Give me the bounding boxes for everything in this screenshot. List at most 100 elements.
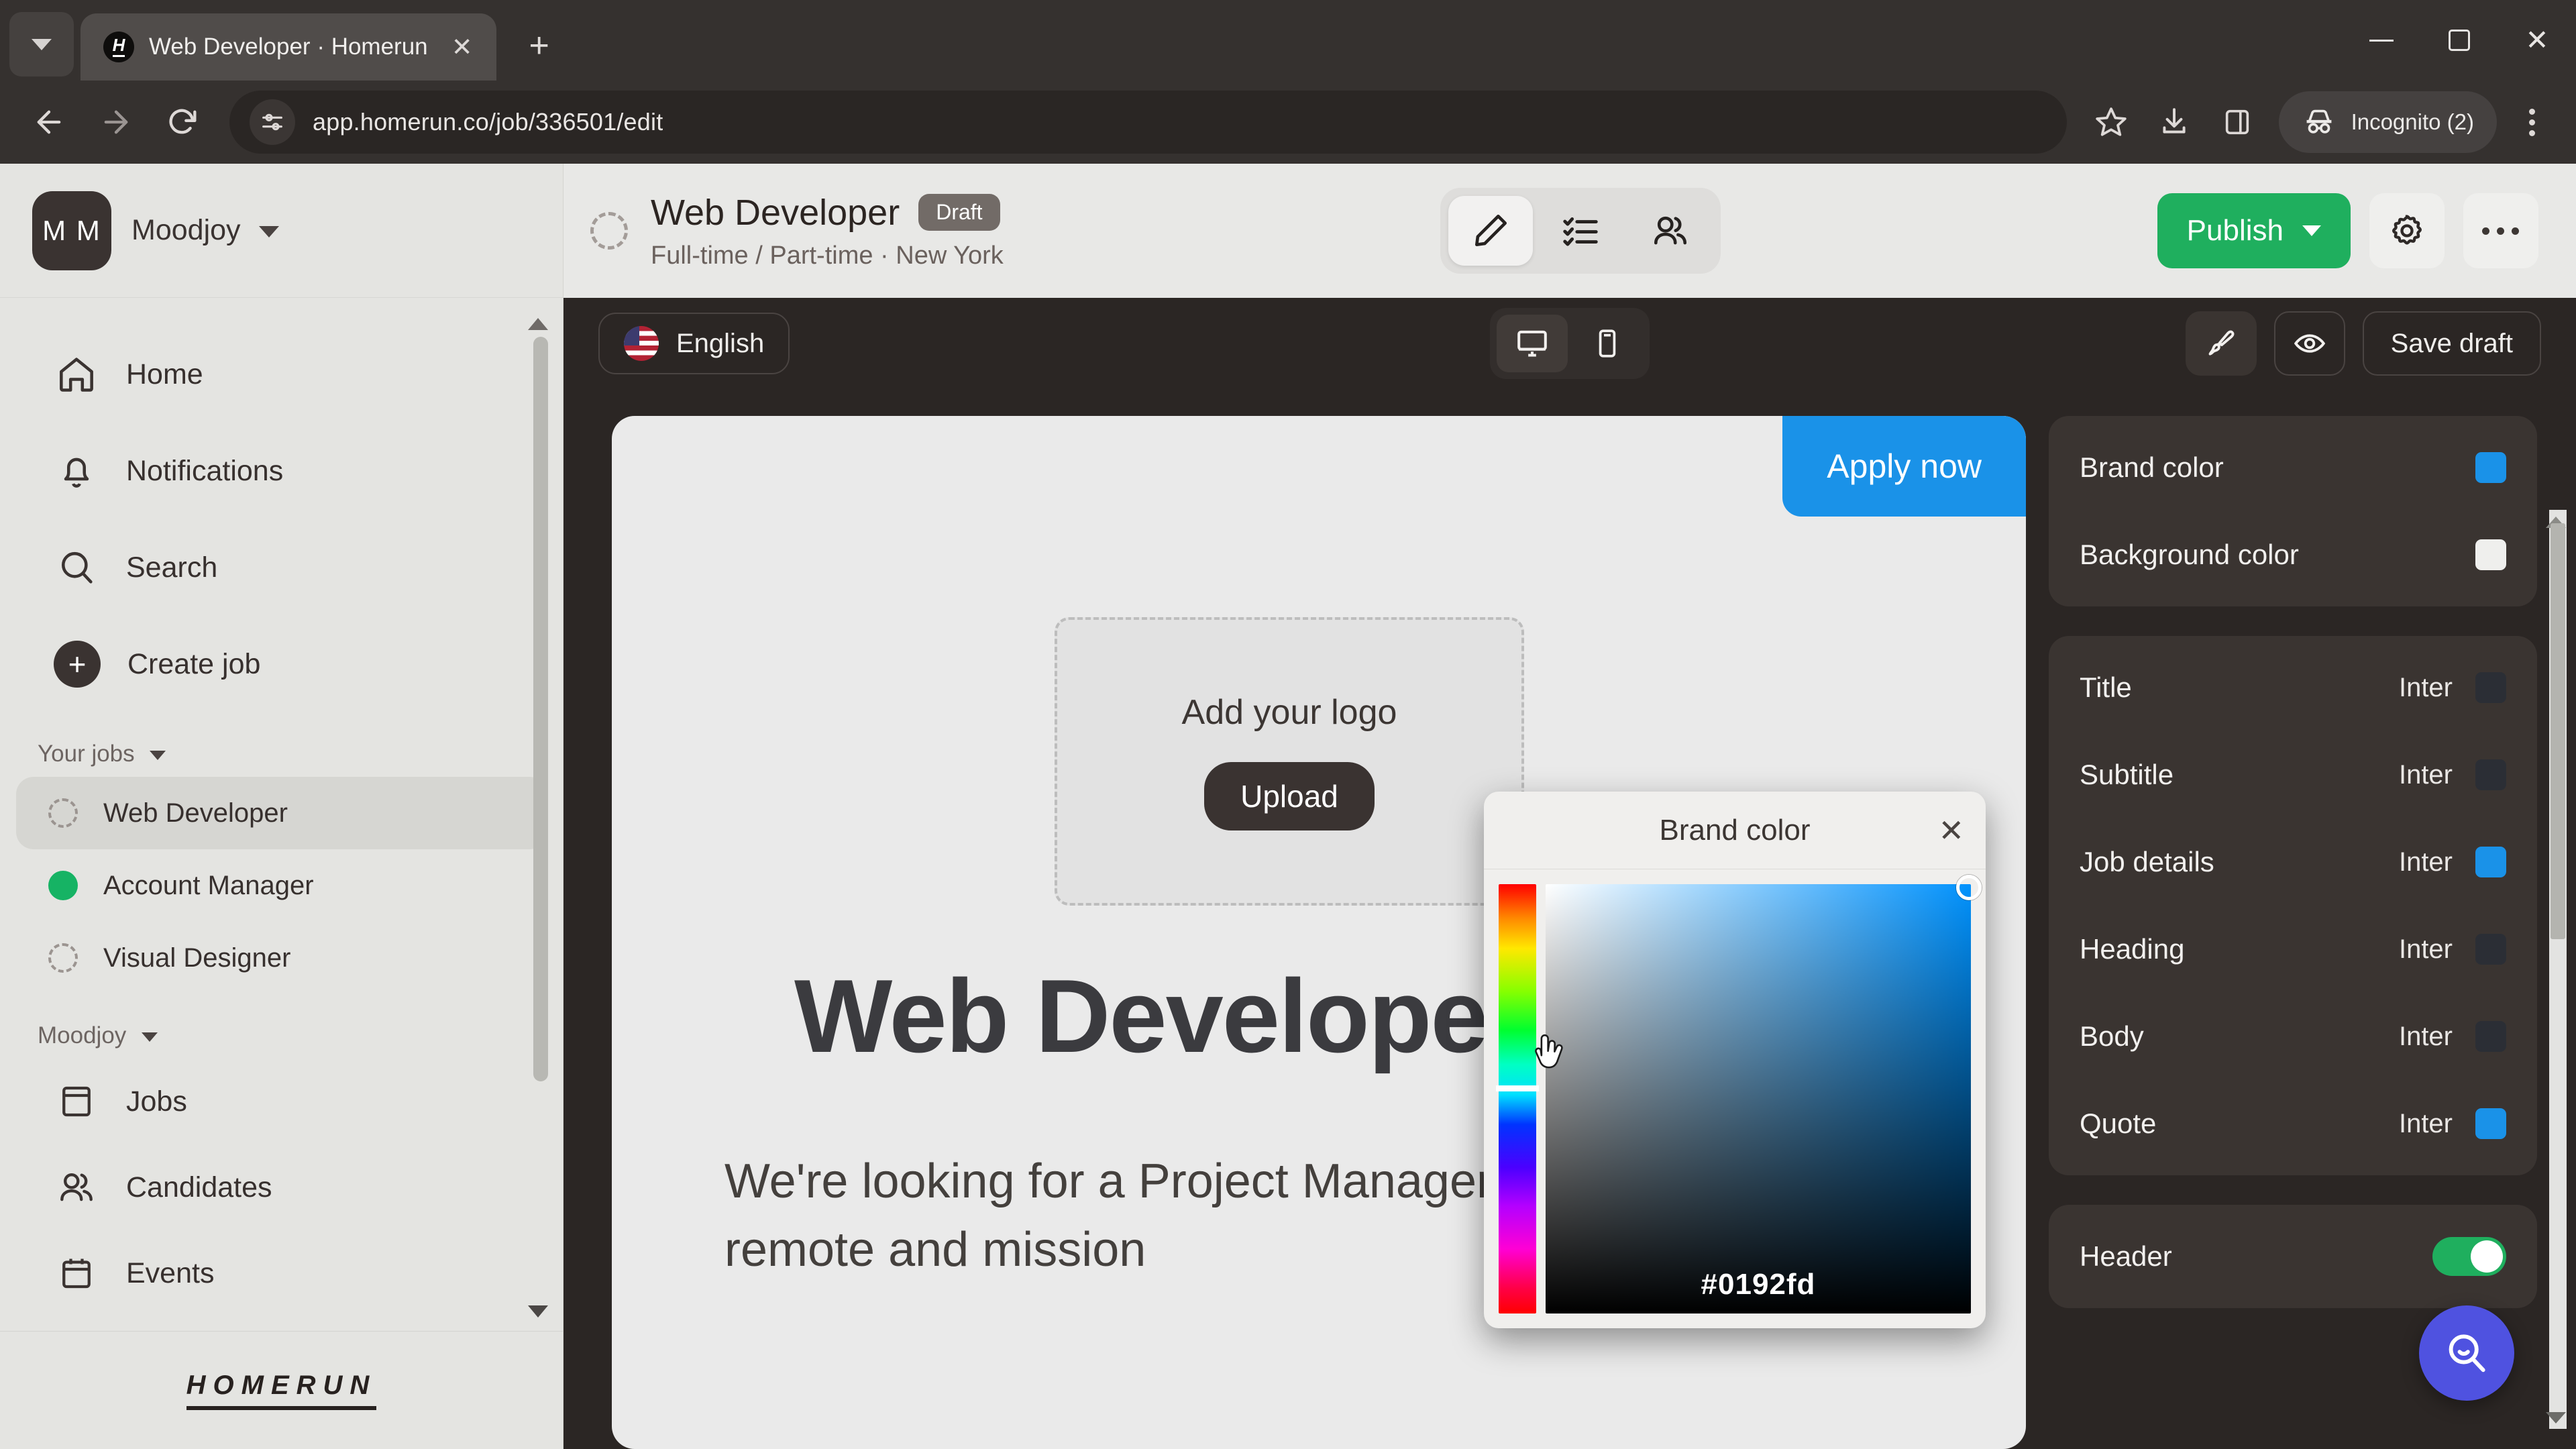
job-tabs: [1440, 188, 1721, 274]
quote-color-swatch[interactable]: [2475, 1108, 2506, 1139]
window-controls: ✕: [2343, 0, 2576, 80]
picker-header: Brand color ✕: [1484, 792, 1986, 869]
downloads-button[interactable]: [2145, 93, 2204, 152]
sidebar-scroll-up-arrow[interactable]: [528, 318, 548, 330]
row-brand-color[interactable]: Brand color: [2049, 424, 2537, 511]
row-subtitle[interactable]: Subtitle Inter: [2049, 731, 2537, 818]
subtitle-color-swatch[interactable]: [2475, 759, 2506, 790]
people-icon: [1654, 216, 1686, 245]
tab-candidates[interactable]: [1628, 196, 1713, 266]
tab-title: Web Developer · Homerun: [149, 34, 428, 60]
back-button[interactable]: [17, 91, 80, 154]
bookmark-button[interactable]: [2082, 93, 2141, 152]
sidebar-scroll-down-arrow[interactable]: [528, 1305, 548, 1318]
apply-now-button[interactable]: Apply now: [1782, 416, 2026, 517]
sidebar-job-label: Account Manager: [103, 870, 314, 900]
window-close-button[interactable]: ✕: [2498, 0, 2576, 80]
search-fab-button[interactable]: [2419, 1305, 2514, 1401]
more-options-button[interactable]: [2463, 193, 2538, 268]
heading-color-swatch[interactable]: [2475, 934, 2506, 965]
hue-slider-knob[interactable]: [1496, 1085, 1539, 1091]
logo-dropzone[interactable]: Add your logo Upload: [1055, 617, 1524, 906]
picker-close-button[interactable]: ✕: [1938, 812, 1964, 849]
rail-scrollbar-thumb[interactable]: [2551, 523, 2565, 939]
tab-edit[interactable]: [1448, 196, 1533, 266]
desktop-icon: [1517, 330, 1547, 357]
row-heading[interactable]: Heading Inter: [2049, 906, 2537, 993]
org-avatar: M M: [32, 191, 111, 270]
sidebar-item-label: Create job: [127, 647, 261, 680]
preview-button[interactable]: [2273, 311, 2345, 376]
sidebar-job-account-manager[interactable]: Account Manager: [16, 849, 547, 922]
sv-selector-knob[interactable]: [1956, 875, 1982, 900]
profile-incognito-button[interactable]: Incognito (2): [2278, 91, 2497, 153]
device-mobile-button[interactable]: [1572, 315, 1643, 372]
sidebar-item-search[interactable]: Search: [19, 519, 544, 616]
sidebar-job-label: Visual Designer: [103, 943, 291, 973]
sidebar-item-label: Search: [126, 551, 218, 584]
row-job-details[interactable]: Job details Inter: [2049, 818, 2537, 906]
site-settings-button[interactable]: [250, 99, 295, 145]
row-title[interactable]: Title Inter: [2049, 644, 2537, 731]
draft-status-icon: [48, 943, 78, 973]
header-section-toggle[interactable]: [2432, 1237, 2506, 1276]
colors-card: Brand color Background color: [2049, 416, 2537, 606]
workspace-header[interactable]: Moodjoy: [0, 994, 563, 1059]
side-panel-button[interactable]: [2208, 93, 2267, 152]
brand-color-swatch[interactable]: [2475, 452, 2506, 483]
forward-button[interactable]: [85, 91, 148, 154]
window-maximize-button[interactable]: [2420, 0, 2498, 80]
settings-button[interactable]: [2369, 193, 2445, 268]
kebab-menu-icon: [2528, 108, 2535, 115]
sidebar-scrollbar-thumb[interactable]: [533, 337, 548, 1081]
title-color-swatch[interactable]: [2475, 672, 2506, 703]
tab-search-button[interactable]: [9, 12, 74, 76]
job-subtitle: Full-time / Part-time · New York: [651, 241, 1004, 270]
draft-status-icon: [48, 798, 78, 828]
browser-menu-button[interactable]: [2505, 91, 2559, 153]
sidebar-item-home[interactable]: Home: [19, 326, 544, 423]
checklist-icon: [1563, 217, 1598, 246]
background-color-swatch[interactable]: [2475, 539, 2506, 570]
window-minimize-button[interactable]: [2343, 0, 2420, 80]
sidebar-item-notifications[interactable]: Notifications: [19, 423, 544, 519]
save-draft-button[interactable]: Save draft: [2362, 311, 2541, 376]
publish-button[interactable]: Publish: [2157, 193, 2351, 268]
brand-color-picker-popup: Brand color ✕ #0192fd: [1484, 792, 1986, 1328]
rail-scroll-down-arrow[interactable]: [2546, 1412, 2566, 1424]
sidebar-item-events[interactable]: Events: [19, 1230, 544, 1316]
row-background-color[interactable]: Background color: [2049, 511, 2537, 598]
plus-circle-icon: +: [54, 641, 101, 688]
preview-heading[interactable]: Web Developer: [794, 957, 1527, 1076]
sidebar-job-visual-designer[interactable]: Visual Designer: [16, 922, 547, 994]
new-tab-button[interactable]: +: [511, 17, 568, 74]
job-details-color-swatch[interactable]: [2475, 847, 2506, 877]
sidebar-job-web-developer[interactable]: Web Developer: [16, 777, 547, 849]
hue-slider[interactable]: [1496, 884, 1539, 1313]
device-desktop-button[interactable]: [1497, 315, 1568, 372]
forward-arrow-icon: [104, 110, 128, 134]
org-switcher[interactable]: M M Moodjoy: [0, 164, 563, 298]
row-body[interactable]: Body Inter: [2049, 993, 2537, 1080]
sidebar-item-candidates[interactable]: Candidates: [19, 1144, 544, 1230]
reload-button[interactable]: [152, 91, 215, 154]
close-tab-button[interactable]: ✕: [443, 28, 482, 66]
upload-button[interactable]: Upload: [1204, 762, 1375, 830]
row-header-section[interactable]: Header: [2049, 1213, 2537, 1300]
design-button[interactable]: [2185, 311, 2257, 376]
body-color-swatch[interactable]: [2475, 1021, 2506, 1052]
browser-tab[interactable]: H Web Developer · Homerun ✕: [80, 13, 496, 80]
saturation-value-area[interactable]: #0192fd: [1546, 875, 1982, 1313]
picker-title: Brand color: [1659, 813, 1811, 847]
publish-label: Publish: [2186, 214, 2284, 247]
your-jobs-header[interactable]: Your jobs: [0, 712, 563, 777]
typography-card: Title Inter Subtitle Inter Job details I…: [2049, 636, 2537, 1175]
close-icon: ✕: [2525, 24, 2549, 56]
row-quote[interactable]: Quote Inter: [2049, 1080, 2537, 1167]
sidebar-scrollbar[interactable]: [533, 337, 548, 1284]
address-bar[interactable]: app.homerun.co/job/336501/edit: [229, 91, 2067, 154]
tab-checklist[interactable]: [1538, 196, 1623, 266]
sidebar-item-jobs[interactable]: Jobs: [19, 1059, 544, 1144]
language-selector[interactable]: English: [598, 313, 790, 374]
sidebar-item-create-job[interactable]: + Create job: [19, 616, 544, 712]
